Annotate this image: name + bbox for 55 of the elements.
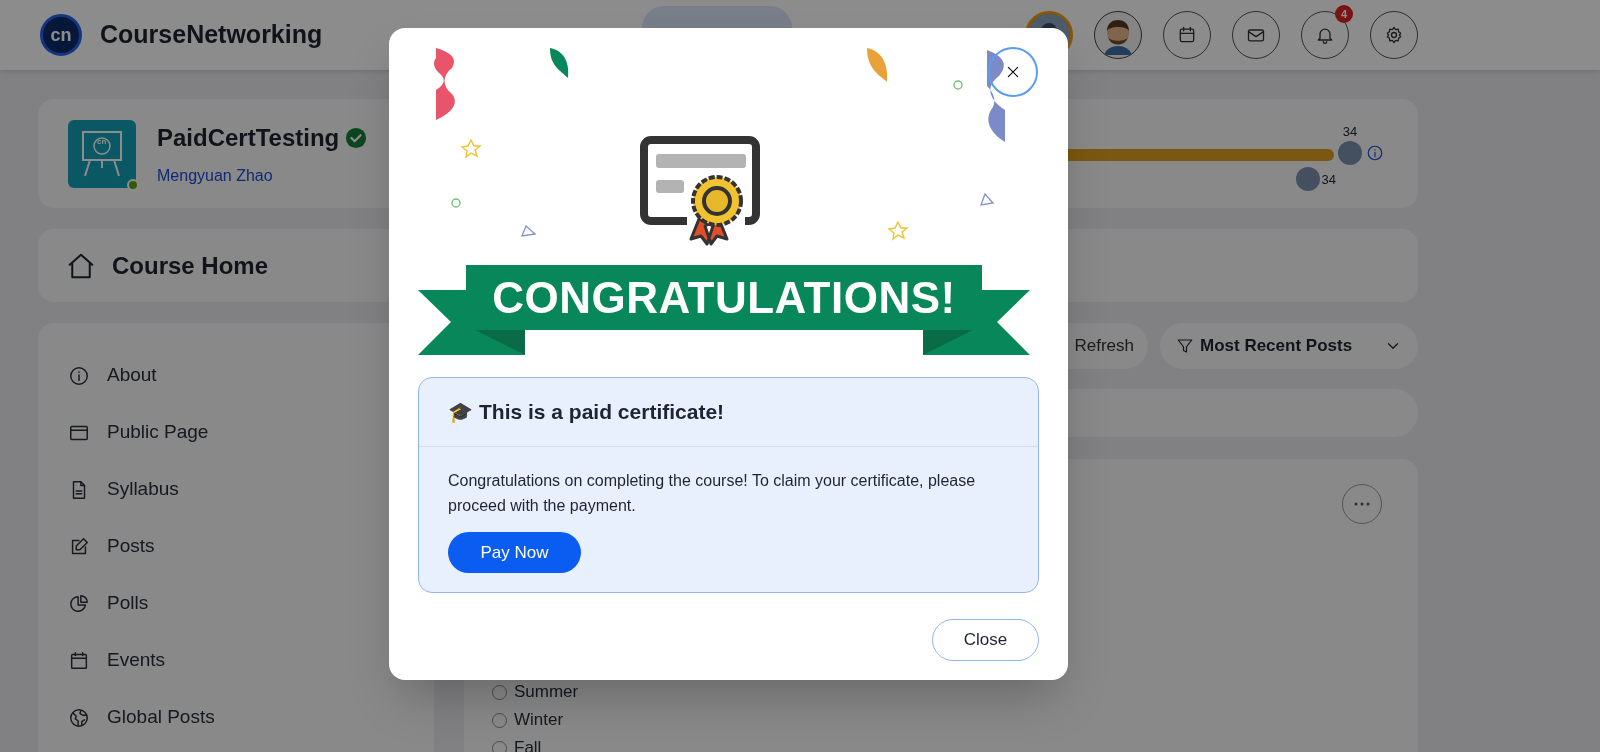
close-icon	[1005, 64, 1021, 80]
close-dialog-button[interactable]: Close	[932, 619, 1039, 661]
banner-text: CONGRATULATIONS!	[492, 275, 956, 320]
info-icon	[1366, 144, 1384, 163]
globe-icon	[68, 706, 90, 729]
mail-button[interactable]	[1232, 11, 1280, 59]
settings-button[interactable]	[1370, 11, 1418, 59]
logo-icon[interactable]: cn	[40, 14, 82, 56]
calendar-button[interactable]	[1163, 11, 1211, 59]
confetti-star	[460, 138, 482, 159]
filter-icon	[1176, 337, 1194, 355]
info-icon	[68, 364, 90, 387]
progress-count: 34	[1342, 122, 1358, 141]
confetti-triangle	[980, 192, 995, 206]
progress-count: 34	[1321, 170, 1336, 189]
sidebar-item[interactable]: Events	[68, 632, 434, 689]
radio-option[interactable]: Summer	[492, 678, 579, 706]
option-label: Winter	[514, 709, 564, 732]
option-label: Summer	[514, 681, 579, 704]
confetti-circle	[953, 80, 963, 90]
section-title: Course Home	[112, 250, 269, 281]
sort-dropdown[interactable]: Most Recent Posts	[1160, 323, 1418, 369]
pie-chart-icon	[68, 592, 90, 615]
ellipsis-icon	[1354, 502, 1370, 506]
calendar-icon	[1177, 25, 1197, 45]
notice-title: This is a paid certificate!	[479, 399, 725, 426]
sidebar-item[interactable]: Public Page	[68, 404, 434, 461]
bell-button[interactable]	[1301, 11, 1349, 59]
settings-icon	[1384, 25, 1404, 45]
easel-icon	[80, 128, 124, 179]
confetti-triangle	[520, 224, 537, 237]
confetti-star	[887, 220, 909, 241]
confetti-leaf	[867, 48, 888, 82]
pay-now-button[interactable]: Pay Now	[448, 532, 581, 573]
sidebar-item[interactable]: Global Posts	[68, 689, 434, 746]
confetti-leaf	[550, 48, 569, 78]
instructor-link[interactable]: Mengyuan Zhao	[157, 163, 368, 188]
thumbnail-text: cn	[97, 135, 107, 148]
confetti-ribbon	[434, 48, 455, 120]
app-name: CourseNetworking	[100, 19, 323, 51]
sidebar-item[interactable]: Posts	[68, 518, 434, 575]
close-button[interactable]	[988, 47, 1038, 97]
sidebar-item[interactable]: About	[68, 347, 434, 404]
course-title: PaidCertTesting	[157, 122, 340, 153]
notification-badge: 4	[1335, 5, 1353, 23]
graduation-cap-icon: 🎓	[448, 397, 473, 427]
confetti-circle	[451, 198, 461, 208]
radio-option[interactable]: Winter	[492, 706, 579, 734]
profile-avatar[interactable]	[1094, 11, 1142, 59]
user-avatar	[1295, 167, 1320, 192]
sidebar-item[interactable]: Polls	[68, 575, 434, 632]
sidebar-item[interactable]: Syllabus	[68, 461, 434, 518]
notice-message: Congratulations on completing the course! To claim your certificate, please proceed with the payment.	[448, 471, 977, 516]
user-avatar	[1338, 141, 1362, 166]
calendar-icon	[68, 649, 90, 672]
